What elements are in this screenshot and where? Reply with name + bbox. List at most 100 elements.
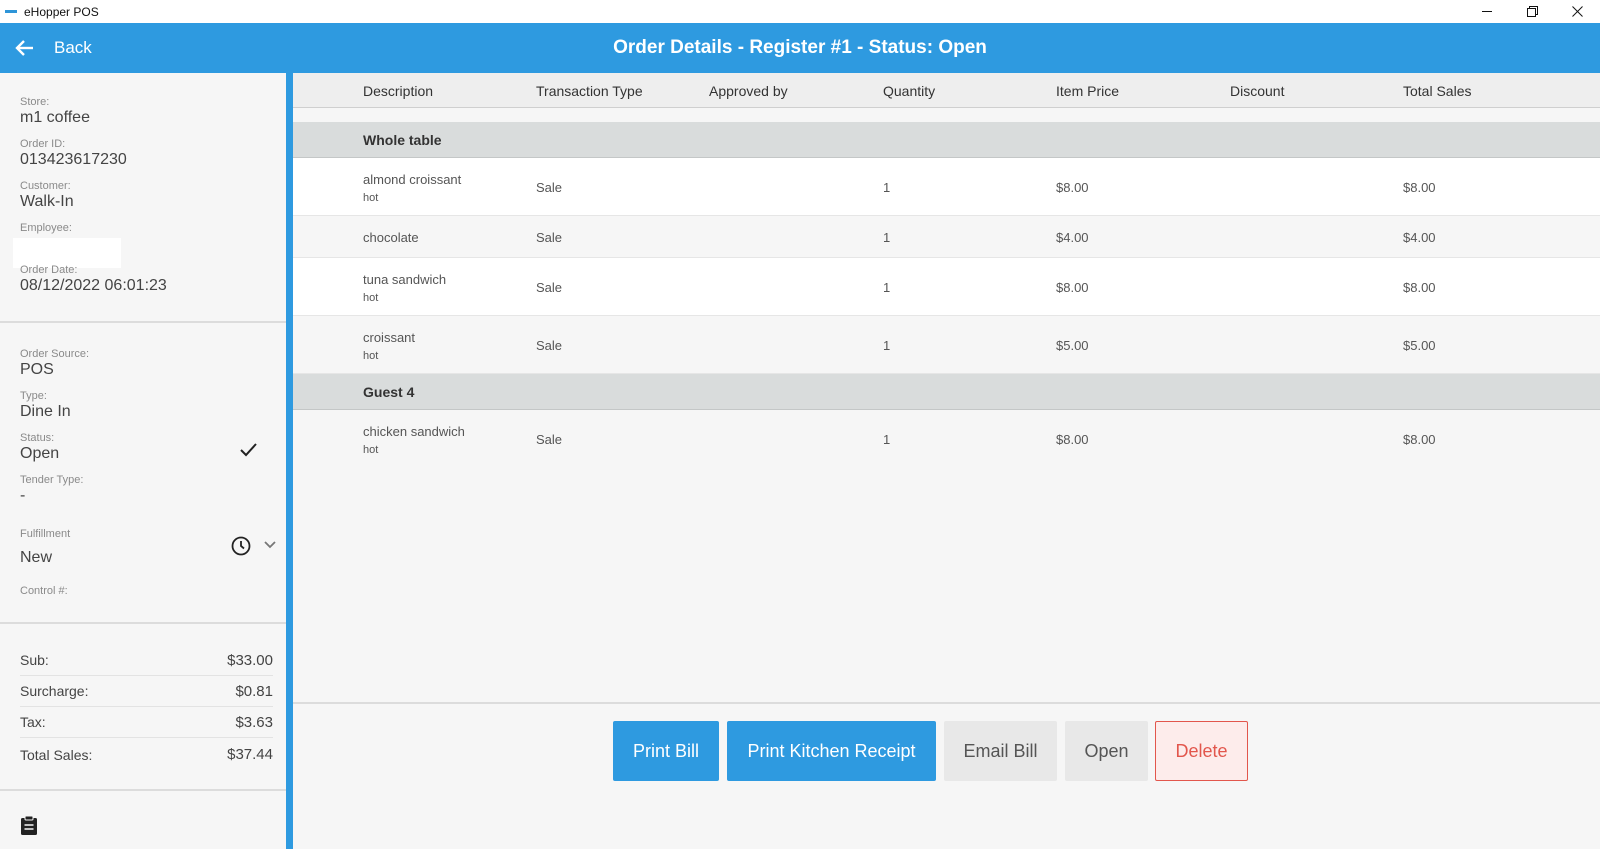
item-transaction-type: Sale [536, 280, 563, 295]
subtotal-label: Sub: [20, 652, 49, 668]
item-name: tuna sandwich [363, 272, 447, 287]
item-modifier: hot [363, 350, 379, 362]
window-controls [1465, 0, 1600, 23]
clipboard-icon[interactable] [20, 815, 38, 835]
item-name: croissant [363, 330, 416, 345]
item-modifier: hot [363, 444, 379, 456]
tax-value: $3.63 [235, 713, 273, 731]
column-quantity[interactable]: Quantity [883, 83, 935, 99]
customer-value: Walk-In [20, 193, 74, 210]
order-id-value: 013423617230 [20, 151, 127, 168]
print-kitchen-receipt-button[interactable]: Print Kitchen Receipt [727, 721, 936, 781]
divider [0, 789, 286, 791]
column-discount[interactable]: Discount [1230, 83, 1284, 99]
item-transaction-type: Sale [536, 230, 563, 245]
fulfillment-label: Fulfillment [20, 528, 71, 540]
minimize-icon[interactable] [1465, 0, 1510, 23]
order-source-field: Order Source: POS [20, 348, 89, 379]
close-icon[interactable] [1555, 0, 1600, 23]
column-transaction-type[interactable]: Transaction Type [536, 83, 643, 99]
tax-row: Tax: $3.63 [20, 707, 273, 738]
back-arrow-icon [15, 40, 33, 56]
tender-type-value: - [20, 487, 26, 504]
item-transaction-type: Sale [536, 338, 563, 353]
total-sales-row: Total Sales: $37.44 [20, 739, 273, 770]
table-row[interactable]: almond croissant hot Sale 1 $8.00 $8.00 [293, 158, 1600, 216]
subtotal-value: $33.00 [227, 651, 273, 669]
table-row[interactable]: croissant hot Sale 1 $5.00 $5.00 [293, 316, 1600, 374]
item-modifier: hot [363, 192, 379, 204]
divider [0, 321, 286, 323]
item-total: $5.00 [1403, 338, 1436, 353]
item-quantity: 1 [883, 230, 891, 245]
chevron-down-icon[interactable] [264, 541, 276, 549]
order-items-panel: Description Transaction Type Approved by… [293, 73, 1600, 849]
app-icon [5, 10, 17, 13]
type-label: Type: [20, 390, 47, 402]
type-field: Type: Dine In [20, 390, 71, 421]
print-bill-button[interactable]: Print Bill [613, 721, 719, 781]
table-header: Description Transaction Type Approved by… [293, 73, 1600, 108]
item-price: $5.00 [1056, 338, 1089, 353]
item-modifier: hot [363, 292, 379, 304]
divider [293, 702, 1600, 704]
item-total: $8.00 [1403, 280, 1436, 295]
divider [0, 622, 286, 624]
status-label: Status: [20, 432, 55, 444]
email-bill-button[interactable]: Email Bill [944, 721, 1057, 781]
fulfillment-value: New [20, 549, 53, 566]
back-label: Back [54, 38, 92, 57]
page-title: Order Details - Register #1 - Status: Op… [613, 37, 987, 58]
item-price: $8.00 [1056, 280, 1089, 295]
item-price: $8.00 [1056, 432, 1089, 447]
table-row[interactable]: tuna sandwich hot Sale 1 $8.00 $8.00 [293, 258, 1600, 316]
item-transaction-type: Sale [536, 432, 563, 447]
item-description: tuna sandwich hot [363, 272, 446, 304]
item-price: $8.00 [1056, 180, 1089, 195]
window-titlebar: eHopper POS [0, 0, 1600, 23]
open-button[interactable]: Open [1065, 721, 1148, 781]
order-date-value: 08/12/2022 06:01:23 [20, 277, 167, 294]
order-date-field: Order Date: 08/12/2022 06:01:23 [20, 264, 167, 295]
subtotal-row: Sub: $33.00 [20, 645, 273, 676]
restore-icon[interactable] [1510, 0, 1555, 23]
item-quantity: 1 [883, 338, 891, 353]
table-row[interactable]: chocolate Sale 1 $4.00 $4.00 [293, 216, 1600, 258]
customer-field: Customer: Walk-In [20, 180, 74, 211]
column-item-price[interactable]: Item Price [1056, 83, 1119, 99]
item-total: $8.00 [1403, 180, 1436, 195]
back-button[interactable]: Back [0, 23, 92, 73]
group-header[interactable]: Guest 4 [293, 374, 1600, 410]
window-title: eHopper POS [24, 4, 99, 19]
customer-label: Customer: [20, 180, 71, 192]
column-approved-by[interactable]: Approved by [709, 83, 788, 99]
item-quantity: 1 [883, 280, 891, 295]
table-row[interactable]: chicken sandwich hot Sale 1 $8.00 $8.00 [293, 410, 1600, 468]
store-field: Store: m1 coffee [20, 96, 90, 127]
checkmark-icon [240, 443, 257, 457]
control-number-label: Control #: [20, 585, 68, 597]
order-info-panel: Store: m1 coffee Order ID: 013423617230 … [0, 73, 293, 849]
group-name: Whole table [363, 132, 442, 148]
tax-label: Tax: [20, 714, 46, 730]
column-description[interactable]: Description [363, 83, 433, 99]
order-date-label: Order Date: [20, 264, 78, 276]
fulfillment-field: Fulfillment New [20, 528, 70, 567]
status-value: Open [20, 445, 60, 462]
order-source-value: POS [20, 361, 54, 378]
column-total-sales[interactable]: Total Sales [1403, 83, 1471, 99]
item-name: chicken sandwich [363, 424, 465, 439]
order-id-label: Order ID: [20, 138, 66, 150]
item-quantity: 1 [883, 180, 891, 195]
employee-label: Employee: [20, 222, 72, 234]
item-quantity: 1 [883, 432, 891, 447]
group-name: Guest 4 [363, 384, 415, 400]
delete-button[interactable]: Delete [1155, 721, 1248, 781]
group-header[interactable]: Whole table [293, 122, 1600, 158]
order-source-label: Order Source: [20, 348, 90, 360]
item-total: $8.00 [1403, 432, 1436, 447]
item-description: chicken sandwich hot [363, 424, 465, 456]
item-name: almond croissant [363, 172, 462, 187]
clock-icon[interactable] [231, 536, 251, 556]
action-bar: Print Bill Print Kitchen Receipt Email B… [293, 721, 1600, 781]
